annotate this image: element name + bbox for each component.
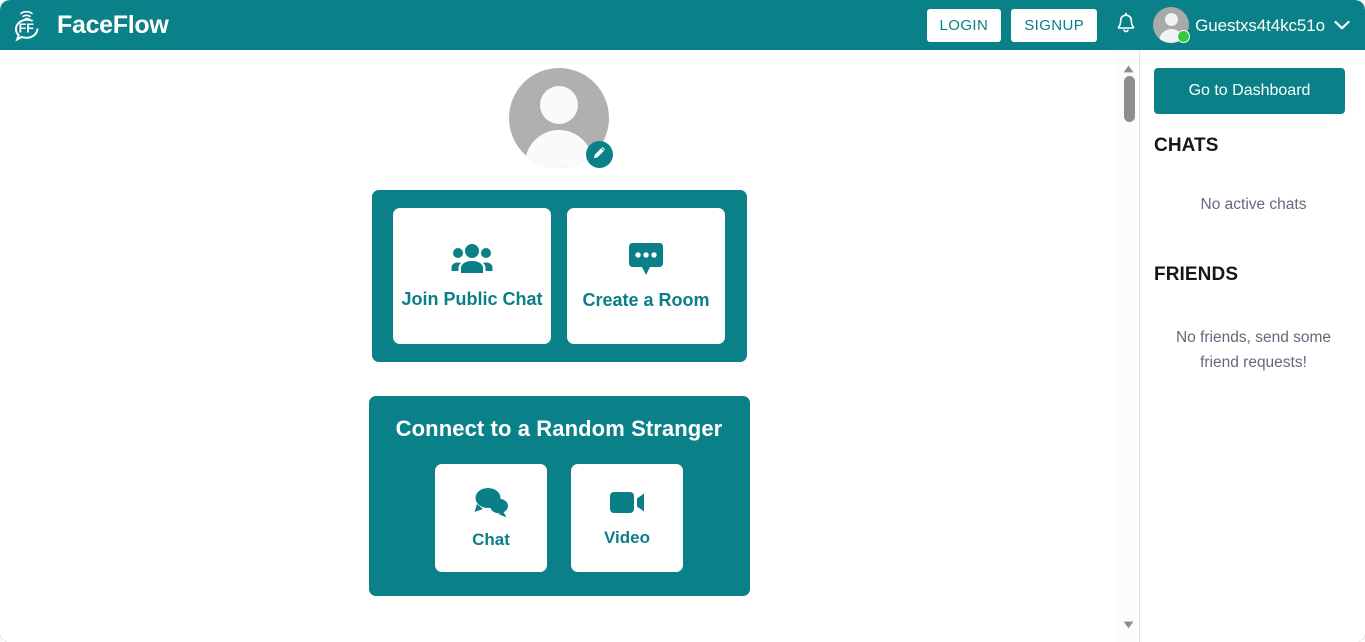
chevron-down-icon[interactable]: [1333, 19, 1351, 31]
people-group-icon: [451, 242, 493, 276]
triangle-down-icon: [1123, 616, 1134, 634]
random-chat-button[interactable]: Chat: [435, 464, 547, 572]
avatar: [1153, 7, 1191, 43]
chats-empty-message: No active chats: [1200, 196, 1307, 213]
faceflow-logo-icon: FF: [12, 6, 50, 44]
avatar-head: [540, 86, 578, 124]
friends-empty-message: No friends, send some friend requests!: [1175, 328, 1332, 371]
bell-icon: [1115, 12, 1137, 39]
header-actions: LOGIN SIGNUP Guestxs4t4kc51o: [926, 7, 1353, 43]
rooms-panel: Join Public Chat Create a Room: [371, 190, 747, 362]
brand[interactable]: FF FaceFlow: [12, 6, 169, 44]
friends-heading: FRIENDS: [1154, 263, 1239, 285]
avatar-body: [525, 130, 593, 168]
random-video-button[interactable]: Video: [571, 464, 683, 572]
svg-text:FF: FF: [19, 22, 35, 36]
username-label: Guestxs4t4kc51o: [1195, 15, 1325, 35]
create-a-room-button[interactable]: Create a Room: [567, 208, 725, 344]
online-status-dot: [1177, 30, 1191, 43]
notifications-button[interactable]: [1107, 12, 1153, 39]
join-public-chat-button[interactable]: Join Public Chat: [393, 208, 551, 344]
signup-button[interactable]: SIGNUP: [1011, 8, 1098, 42]
scrollbar-thumb[interactable]: [1124, 76, 1135, 122]
profile-avatar[interactable]: [509, 68, 613, 168]
scroll-down-button[interactable]: [1118, 616, 1139, 634]
chats-heading: CHATS: [1154, 135, 1219, 156]
edit-avatar-button[interactable]: [586, 141, 613, 168]
main-content-area: Join Public Chat Create a Room Connect t…: [0, 50, 1118, 642]
random-stranger-panel: Connect to a Random Stranger Chat Video: [368, 396, 750, 596]
stranger-tiles: Chat Video: [435, 464, 683, 572]
right-sidebar: Go to Dashboard CHATS No active chats FR…: [1140, 50, 1365, 642]
chats-section: CHATS No active chats: [1153, 135, 1354, 218]
speech-bubble-dots-icon: [625, 241, 667, 277]
go-to-dashboard-button[interactable]: Go to Dashboard: [1154, 68, 1345, 114]
chat-bubbles-icon: [471, 485, 511, 519]
tile-label: Join Public Chat: [401, 288, 543, 309]
pencil-icon: [592, 145, 607, 165]
friends-section: FRIENDS No friends, send some friend req…: [1153, 264, 1354, 376]
vertical-scrollbar[interactable]: [1118, 50, 1140, 642]
top-navbar: FF FaceFlow LOGIN SIGNUP Guestxs4t4kc51o: [0, 0, 1365, 50]
app-window: FF FaceFlow LOGIN SIGNUP Guestxs4t4kc51o…: [0, 0, 1365, 642]
brand-name: FaceFlow: [57, 10, 169, 39]
login-button[interactable]: LOGIN: [926, 8, 1002, 42]
tile-label: Create a Room: [582, 289, 710, 310]
page-body: Join Public Chat Create a Room Connect t…: [0, 50, 1365, 642]
home-content: Join Public Chat Create a Room Connect t…: [0, 50, 1118, 596]
panel-title: Connect to a Random Stranger: [395, 416, 723, 441]
user-menu[interactable]: Guestxs4t4kc51o: [1153, 7, 1353, 43]
avatar-head: [1164, 13, 1178, 26]
tile-label: Video: [604, 528, 650, 548]
video-camera-icon: [607, 487, 647, 517]
tile-label: Chat: [472, 530, 510, 550]
